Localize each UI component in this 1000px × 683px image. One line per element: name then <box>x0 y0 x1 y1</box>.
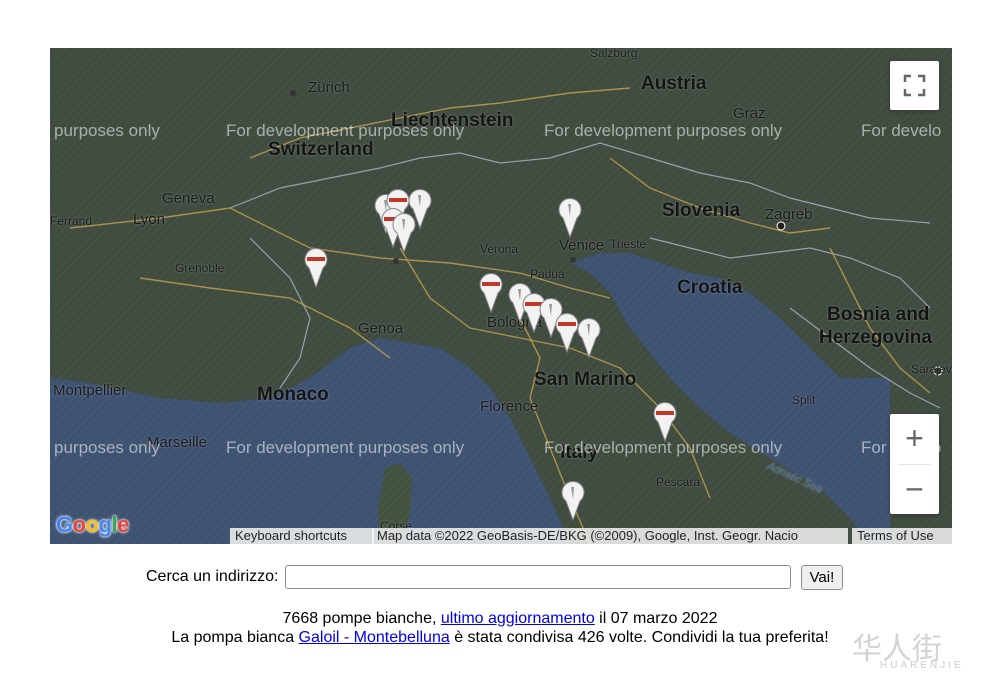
country-label: San Marino <box>534 369 637 390</box>
country-label: Austria <box>641 73 707 94</box>
city-label: Pescara <box>656 475 701 489</box>
fullscreen-button[interactable] <box>890 61 939 110</box>
dev-watermark: For development purposes only <box>226 438 465 457</box>
terms-of-use-link[interactable]: Terms of Use <box>852 528 952 544</box>
address-search: Cerca un indirizzo: Vai! <box>146 564 844 590</box>
zoom-out-button[interactable]: − <box>890 465 939 514</box>
last-update-link[interactable]: ultimo aggiornamento <box>441 610 595 627</box>
marker-bologna-5[interactable] <box>555 312 579 353</box>
marker-pescara[interactable] <box>653 401 677 443</box>
shared-line: La pompa bianca Galoil - Montebelluna è … <box>0 629 1000 647</box>
country-label: Switzerland <box>268 139 374 160</box>
map-container[interactable]: Salzburg Austria Zürich Liechtenstein Gr… <box>50 48 952 544</box>
dev-watermark: purposes only <box>54 438 160 457</box>
map-pin-icon <box>561 481 585 522</box>
map-pin-icon <box>577 317 601 358</box>
stats-line: 7668 pompe bianche, ultimo aggiornamento… <box>0 610 1000 628</box>
city-label: Salzburg <box>590 48 638 60</box>
minus-icon: − <box>905 471 924 507</box>
country-label: Croatia <box>677 277 743 298</box>
country-label: Bosnia and <box>827 304 930 325</box>
shared-suffix: è stata condivisa 426 volte. Condividi l… <box>449 629 829 646</box>
watermark-logo-sub: HUARENJIE <box>880 660 964 671</box>
marker-turin[interactable] <box>304 248 328 289</box>
city-label: Sarajevo <box>911 362 952 376</box>
country-label: Herzegovina <box>819 327 932 348</box>
google-logo[interactable]: Google <box>56 512 129 538</box>
marker-venice[interactable] <box>558 198 582 239</box>
dev-watermark: For development purposes only <box>226 121 465 140</box>
map-attribution: Map data ©2022 GeoBasis-DE/BKG (©2009), … <box>372 528 848 544</box>
go-button[interactable]: Vai! <box>800 564 844 590</box>
plus-icon: + <box>905 420 924 456</box>
city-label: Geneva <box>162 190 215 207</box>
country-label: Monaco <box>257 384 329 405</box>
city-label: Graz <box>733 105 766 122</box>
zoom-in-button[interactable]: + <box>890 414 939 463</box>
city-label: Ferrand <box>50 214 93 228</box>
map-pin-icon <box>304 248 328 289</box>
marker-bologna-1[interactable] <box>479 272 503 314</box>
city-label: Lyon <box>133 211 165 228</box>
dev-watermark: For develo <box>861 121 942 140</box>
city-label: Genoa <box>358 320 404 337</box>
marker-rome[interactable] <box>561 481 585 522</box>
city-label: Padua <box>530 267 565 281</box>
city-label: Split <box>792 393 816 407</box>
city-label: Zürich <box>308 79 350 96</box>
marker-bologna-6[interactable] <box>577 317 601 358</box>
map-pin-icon <box>555 312 579 353</box>
address-input[interactable] <box>284 565 791 589</box>
map-pin-icon <box>559 198 582 239</box>
zoom-control: + − <box>890 414 939 514</box>
map-pin-icon <box>479 272 503 314</box>
stats-date: il 07 marzo 2022 <box>594 610 718 627</box>
country-label: Slovenia <box>662 200 741 221</box>
dev-watermark: purposes only <box>54 121 160 140</box>
city-label: Grenoble <box>175 261 225 275</box>
map-pin-icon <box>653 401 677 443</box>
marker-milan-5[interactable] <box>392 213 416 254</box>
city-label: Trieste <box>610 237 647 251</box>
city-label: Zagreb <box>765 206 813 223</box>
map-pin-icon <box>392 213 416 254</box>
fullscreen-icon <box>903 74 926 97</box>
shared-prefix: La pompa bianca <box>171 629 299 646</box>
city-label: Venice <box>559 237 605 254</box>
city-label: Verona <box>480 242 519 256</box>
keyboard-shortcuts-link[interactable]: Keyboard shortcuts <box>230 528 374 544</box>
city-label: Florence <box>480 398 539 415</box>
search-label: Cerca un indirizzo: <box>146 568 279 585</box>
stats-count: 7668 pompe bianche, <box>282 610 441 627</box>
city-label: Montpellier <box>53 382 127 399</box>
dev-watermark: For development purposes only <box>544 121 783 140</box>
station-link[interactable]: Galoil - Montebelluna <box>299 629 450 646</box>
